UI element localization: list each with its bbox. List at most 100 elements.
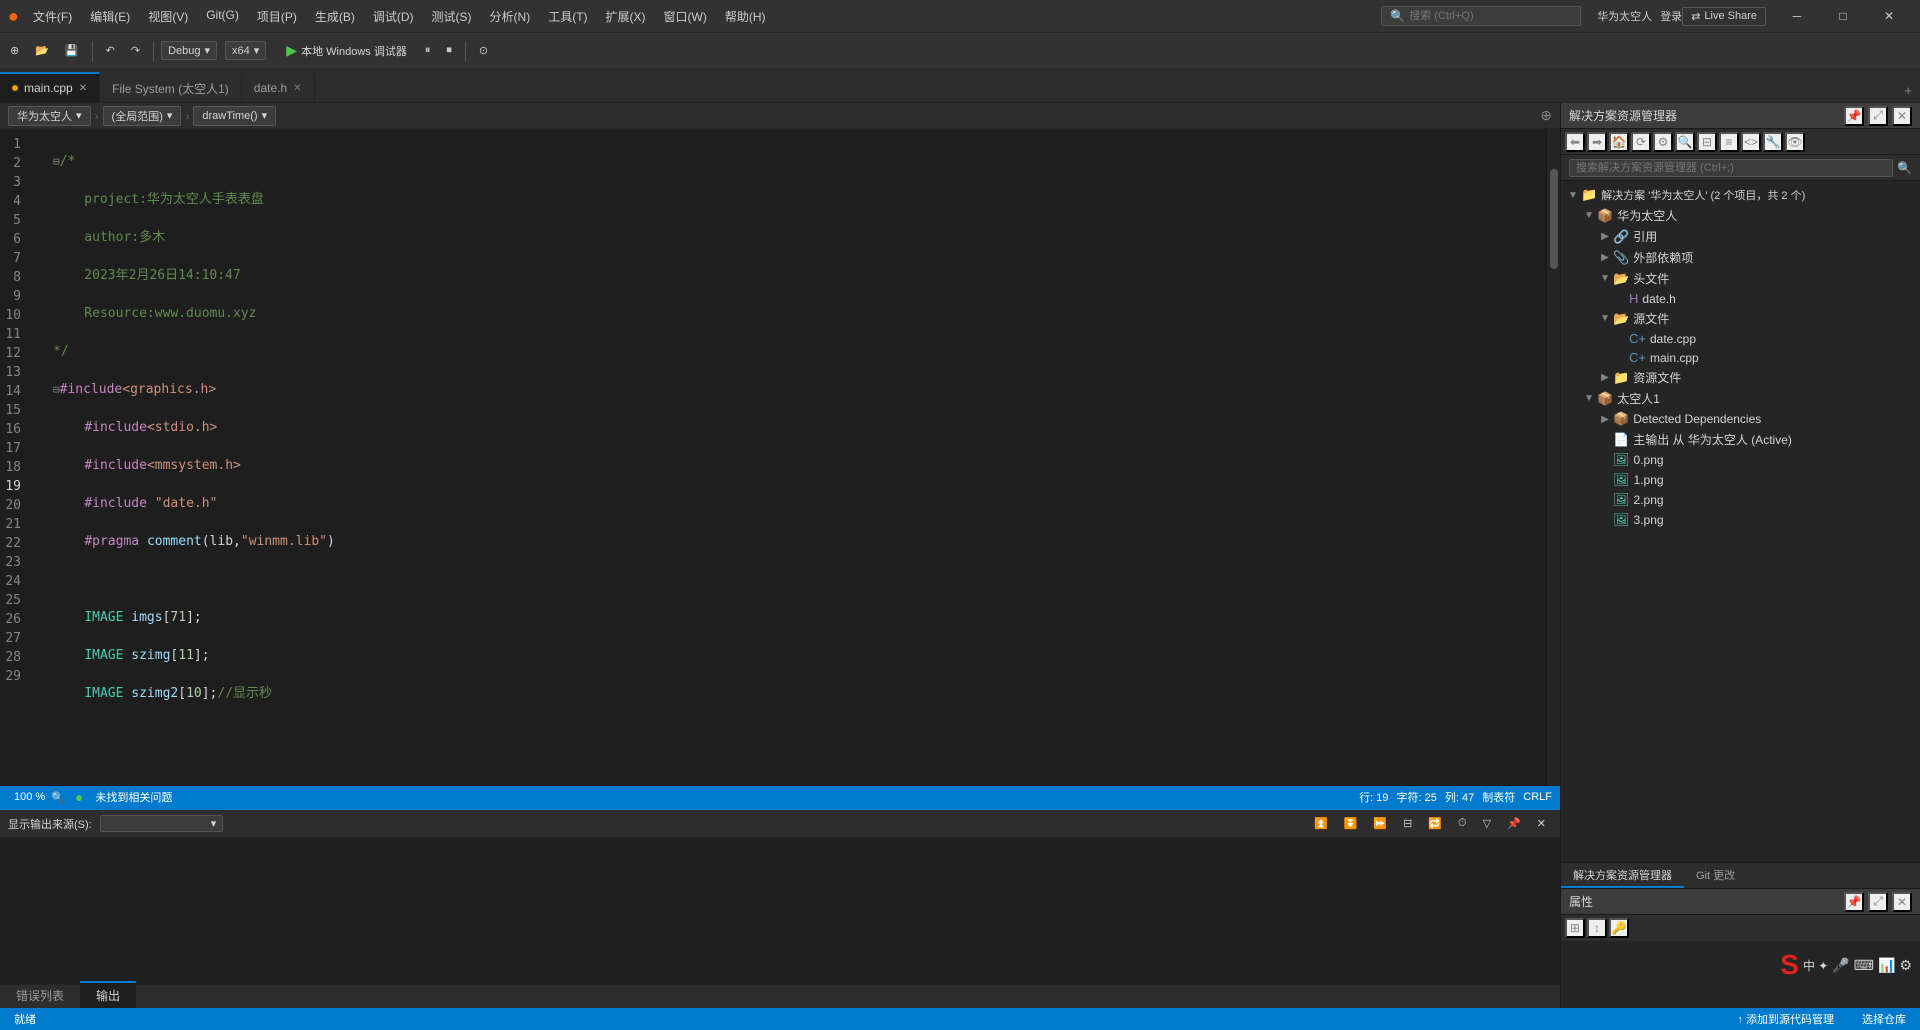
- select-repo[interactable]: 选择仓库: [1856, 1011, 1912, 1027]
- function-dropdown[interactable]: drawTime() ▾: [193, 106, 276, 126]
- status-ready[interactable]: 就绪: [8, 1011, 42, 1027]
- tree-sources[interactable]: ▼ 📂 源文件: [1561, 308, 1920, 329]
- tree-3-png[interactable]: ▶ 🖼 3.png: [1561, 510, 1920, 530]
- solution-root[interactable]: ▼ 📁 解决方案 '华为太空人' (2 个项目，共 2 个): [1561, 185, 1920, 205]
- maximize-button[interactable]: □: [1820, 0, 1866, 32]
- close-button[interactable]: ✕: [1866, 0, 1912, 32]
- tree-main-output[interactable]: ▶ 📄 主输出 从 华为太空人 (Active): [1561, 429, 1920, 450]
- debug-mode-dropdown[interactable]: Debug ▾: [161, 41, 217, 60]
- tree-resources[interactable]: ▶ 📁 资源文件: [1561, 367, 1920, 388]
- project-taikon1[interactable]: ▼ 📦 太空人1: [1561, 388, 1920, 409]
- output-close-x[interactable]: ✕: [1531, 814, 1552, 833]
- prop-sort-button[interactable]: ↕: [1587, 918, 1607, 938]
- output-pin[interactable]: 📌: [1501, 814, 1527, 833]
- menu-window[interactable]: 窗口(W): [656, 4, 715, 29]
- output-btn6[interactable]: ⏱: [1452, 814, 1473, 833]
- no-issues[interactable]: 未找到相关问题: [89, 789, 178, 805]
- new-button[interactable]: ⊕: [4, 41, 25, 60]
- sol-pin-button[interactable]: 📌: [1844, 106, 1864, 126]
- sol-resize-button[interactable]: ⤢: [1868, 106, 1888, 126]
- tab-close-date[interactable]: ✕: [293, 83, 301, 94]
- sol-filter-button[interactable]: 🔍: [1675, 132, 1695, 152]
- tab-main-cpp[interactable]: main.cpp ✕: [0, 72, 100, 102]
- minimize-button[interactable]: ─: [1774, 0, 1820, 32]
- scroll-thumb[interactable]: [1550, 169, 1558, 269]
- save-all-button[interactable]: 💾: [59, 41, 85, 60]
- sol-code-button[interactable]: <>: [1741, 132, 1761, 152]
- tree-2-png[interactable]: ▶ 🖼 2.png: [1561, 490, 1920, 510]
- prop-pin-button[interactable]: 📌: [1844, 892, 1864, 912]
- add-to-source[interactable]: ↑ 添加到源代码管理: [1731, 1011, 1840, 1027]
- prop-key-button[interactable]: 🔑: [1609, 918, 1629, 938]
- search-box[interactable]: 🔍: [1381, 6, 1581, 26]
- login-button[interactable]: 登录: [1660, 8, 1682, 24]
- output-btn1[interactable]: ⏫: [1308, 814, 1334, 833]
- sol-back-button[interactable]: ⬅: [1565, 132, 1585, 152]
- menu-edit[interactable]: 编辑(E): [82, 4, 138, 29]
- undo-button[interactable]: ↶: [100, 41, 121, 60]
- tree-main-cpp[interactable]: ▶ C+ main.cpp: [1561, 348, 1920, 367]
- run-button[interactable]: ▶ 本地 Windows 调试器: [278, 39, 415, 62]
- tab-output[interactable]: 输出: [80, 981, 136, 1008]
- tree-headers[interactable]: ▼ 📂 头文件: [1561, 268, 1920, 289]
- tree-date-h[interactable]: ▶ H date.h: [1561, 289, 1920, 308]
- scope-dropdown[interactable]: 华为太空人 ▾: [8, 106, 91, 126]
- menu-git[interactable]: Git(G): [198, 4, 247, 29]
- menu-extend[interactable]: 扩展(X): [598, 4, 654, 29]
- menu-tools[interactable]: 工具(T): [540, 4, 595, 29]
- solution-search-input[interactable]: [1569, 159, 1893, 177]
- add-tab-button[interactable]: +: [1896, 79, 1920, 102]
- menu-help[interactable]: 帮助(H): [717, 4, 774, 29]
- sol-sync-button[interactable]: ⟳: [1631, 132, 1651, 152]
- tab-close-main[interactable]: ✕: [79, 83, 87, 94]
- prop-close-button[interactable]: ✕: [1892, 892, 1912, 912]
- sol-forward-button[interactable]: ➡: [1587, 132, 1607, 152]
- sol-collapse-button[interactable]: ⊟: [1697, 132, 1717, 152]
- prop-resize-button[interactable]: ⤢: [1868, 892, 1888, 912]
- open-button[interactable]: 📂: [29, 41, 55, 60]
- sol-tab-explorer[interactable]: 解决方案资源管理器: [1561, 863, 1684, 888]
- split-editor-button[interactable]: ⊕: [1540, 107, 1552, 124]
- menu-debug[interactable]: 调试(D): [365, 4, 422, 29]
- tree-detected-dep[interactable]: ▶ 📦 Detected Dependencies: [1561, 409, 1920, 429]
- tab-date-h[interactable]: date.h ✕: [242, 72, 315, 102]
- tree-0-png[interactable]: ▶ 🖼 0.png: [1561, 450, 1920, 470]
- stop-button[interactable]: ⏹: [440, 41, 458, 60]
- output-btn3[interactable]: ⏩: [1367, 814, 1393, 833]
- output-btn5[interactable]: 🔁: [1422, 814, 1448, 833]
- sol-settings-button[interactable]: ⚙: [1653, 132, 1673, 152]
- live-share-button[interactable]: ⇄ Live Share: [1682, 7, 1766, 26]
- scrollbar[interactable]: [1546, 129, 1560, 786]
- sol-property-button[interactable]: 🔧: [1763, 132, 1783, 152]
- output-btn2[interactable]: ⏬: [1338, 814, 1364, 833]
- menu-build[interactable]: 生成(B): [307, 4, 363, 29]
- sol-tab-git[interactable]: Git 更改: [1684, 863, 1747, 888]
- output-btn4[interactable]: ⊟: [1397, 814, 1418, 833]
- output-close[interactable]: ▽: [1477, 814, 1497, 833]
- tree-date-cpp[interactable]: ▶ C+ date.cpp: [1561, 329, 1920, 348]
- redo-button[interactable]: ↷: [125, 41, 146, 60]
- zoom-control[interactable]: 100 %: [8, 791, 51, 803]
- sol-close-button[interactable]: ✕: [1892, 106, 1912, 126]
- code-content[interactable]: ⊟/* project:华为太空人手表表盘 author:多木 2023年2月2…: [45, 129, 1546, 786]
- menu-project[interactable]: 项目(P): [249, 4, 305, 29]
- tree-ref[interactable]: ▶ 🔗 引用: [1561, 226, 1920, 247]
- tree-extdep[interactable]: ▶ 📎 外部依赖项: [1561, 247, 1920, 268]
- menu-file[interactable]: 文件(F): [25, 4, 80, 29]
- sol-home-button[interactable]: 🏠: [1609, 132, 1629, 152]
- sol-view-button[interactable]: ≡: [1719, 132, 1739, 152]
- sol-preview-button[interactable]: 👁: [1785, 132, 1805, 152]
- tab-error-list[interactable]: 错误列表: [0, 981, 80, 1008]
- menu-test[interactable]: 测试(S): [424, 4, 480, 29]
- namespace-dropdown[interactable]: (全局范围) ▾: [103, 106, 182, 126]
- search-input[interactable]: [1409, 10, 1539, 22]
- breakpoint-button[interactable]: ⊙: [473, 41, 494, 60]
- menu-analyze[interactable]: 分析(N): [482, 4, 539, 29]
- menu-view[interactable]: 视图(V): [140, 4, 196, 29]
- output-source-dropdown[interactable]: ▾: [100, 815, 224, 832]
- prop-grid-button[interactable]: ⊞: [1565, 918, 1585, 938]
- arch-dropdown[interactable]: x64 ▾: [225, 41, 266, 60]
- project-huawei[interactable]: ▼ 📦 华为太空人: [1561, 205, 1920, 226]
- tab-filesystem[interactable]: File System (太空人1): [100, 72, 242, 102]
- pause-button[interactable]: ⏸: [419, 41, 437, 60]
